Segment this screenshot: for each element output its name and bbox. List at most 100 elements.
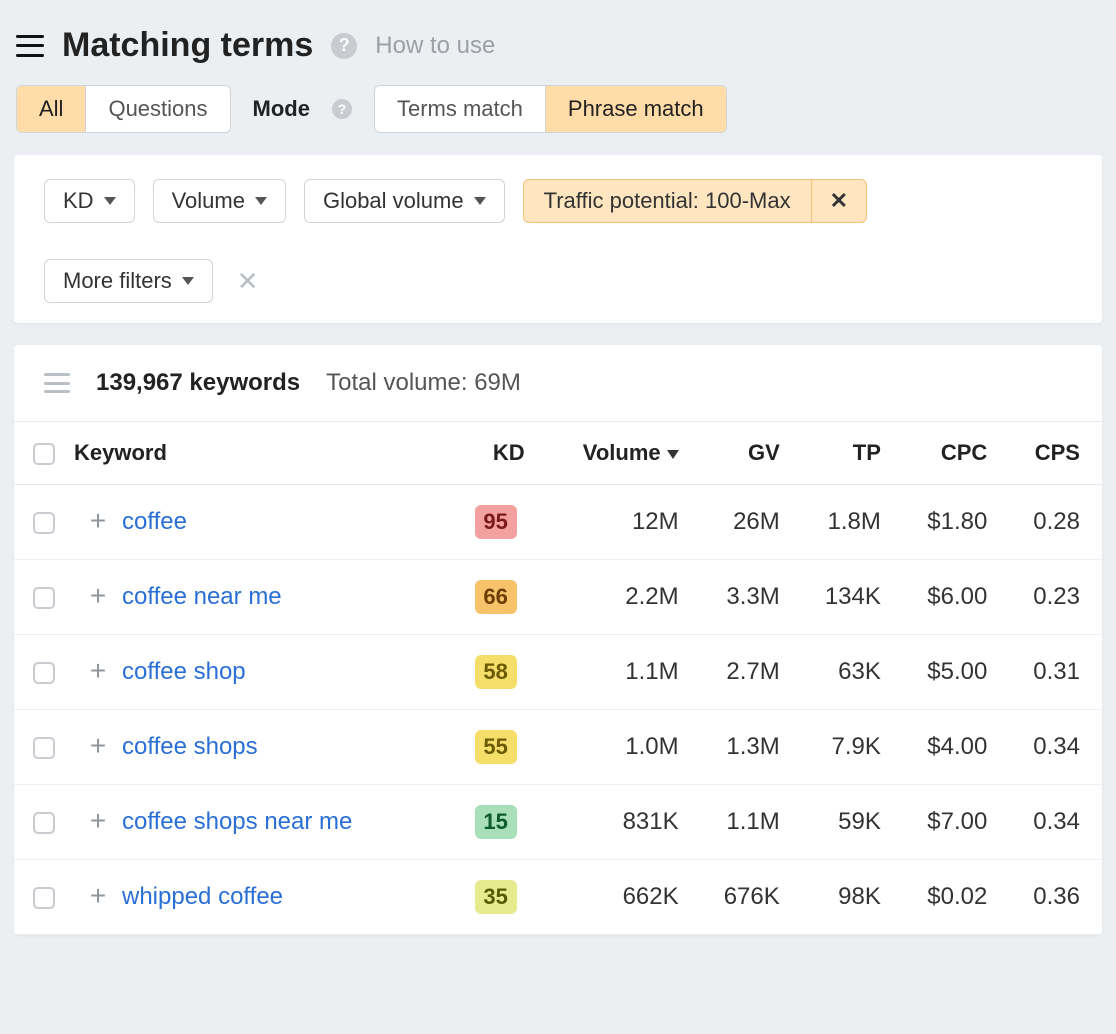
type-toggle: All Questions bbox=[16, 85, 231, 133]
chevron-down-icon bbox=[474, 197, 486, 205]
mode-label: Mode bbox=[253, 96, 310, 122]
chevron-down-icon bbox=[255, 197, 267, 205]
cell-tp: 59K bbox=[790, 785, 891, 860]
cell-volume: 12M bbox=[535, 485, 689, 560]
col-tp[interactable]: TP bbox=[790, 422, 891, 485]
cell-tp: 1.8M bbox=[790, 485, 891, 560]
remove-filter-icon[interactable]: ✕ bbox=[811, 180, 866, 222]
cell-cps: 0.34 bbox=[997, 785, 1102, 860]
cell-cpc: $6.00 bbox=[891, 560, 997, 635]
chevron-down-icon bbox=[182, 277, 194, 285]
table-row: +coffee near me662.2M3.3M134K$6.000.23 bbox=[14, 560, 1102, 635]
mode-phrase[interactable]: Phrase match bbox=[545, 86, 726, 132]
mode-help-icon[interactable]: ? bbox=[332, 99, 352, 119]
cell-cps: 0.36 bbox=[997, 860, 1102, 935]
col-volume[interactable]: Volume bbox=[535, 422, 689, 485]
mode-terms[interactable]: Terms match bbox=[375, 86, 545, 132]
cell-gv: 3.3M bbox=[689, 560, 790, 635]
how-to-use-link[interactable]: How to use bbox=[375, 32, 495, 60]
cell-volume: 831K bbox=[535, 785, 689, 860]
mode-toggle: Terms match Phrase match bbox=[374, 85, 727, 133]
cell-cps: 0.34 bbox=[997, 710, 1102, 785]
filter-global-volume[interactable]: Global volume bbox=[304, 179, 505, 223]
row-checkbox[interactable] bbox=[33, 512, 55, 534]
cell-tp: 134K bbox=[790, 560, 891, 635]
cell-cps: 0.23 bbox=[997, 560, 1102, 635]
cell-gv: 2.7M bbox=[689, 635, 790, 710]
filter-volume[interactable]: Volume bbox=[153, 179, 286, 223]
col-keyword[interactable]: Keyword bbox=[74, 422, 442, 485]
select-all-checkbox[interactable] bbox=[33, 443, 55, 465]
add-icon[interactable]: + bbox=[84, 807, 112, 835]
list-icon[interactable] bbox=[44, 373, 70, 393]
kd-badge: 15 bbox=[475, 805, 517, 839]
filter-traffic-potential: Traffic potential: 100-Max ✕ bbox=[523, 179, 867, 223]
clear-filters-icon[interactable]: ✕ bbox=[231, 266, 259, 297]
keyword-link[interactable]: coffee shop bbox=[122, 658, 246, 685]
cell-gv: 676K bbox=[689, 860, 790, 935]
add-icon[interactable]: + bbox=[84, 657, 112, 685]
add-icon[interactable]: + bbox=[84, 732, 112, 760]
filters-panel: KD Volume Global volume Traffic potentia… bbox=[14, 155, 1102, 323]
toggle-all[interactable]: All bbox=[17, 86, 85, 132]
filter-kd[interactable]: KD bbox=[44, 179, 135, 223]
cell-volume: 1.1M bbox=[535, 635, 689, 710]
kd-badge: 35 bbox=[475, 880, 517, 914]
cell-cps: 0.28 bbox=[997, 485, 1102, 560]
col-gv[interactable]: GV bbox=[689, 422, 790, 485]
table-row: + whipped coffee 35 662K676K98K$0.020.36 bbox=[14, 860, 1102, 935]
keyword-link[interactable]: coffee shops bbox=[122, 733, 258, 760]
cell-tp: 98K bbox=[790, 860, 891, 935]
col-volume-label: Volume bbox=[583, 440, 661, 465]
cell-cpc: $5.00 bbox=[891, 635, 997, 710]
col-kd[interactable]: KD bbox=[442, 422, 535, 485]
keyword-link[interactable]: whipped coffee bbox=[122, 883, 283, 910]
cell-tp: 7.9K bbox=[790, 710, 891, 785]
cell-gv: 26M bbox=[689, 485, 790, 560]
results-panel: 139,967 keywords Total volume: 69M Keywo… bbox=[14, 345, 1102, 935]
row-checkbox[interactable] bbox=[33, 887, 55, 909]
toggle-questions[interactable]: Questions bbox=[85, 86, 229, 132]
results-table: Keyword KD Volume GV TP CPC CPS + coffee 9… bbox=[14, 421, 1102, 935]
page-title: Matching terms bbox=[62, 26, 313, 65]
col-cpc[interactable]: CPC bbox=[891, 422, 997, 485]
cell-cpc: $4.00 bbox=[891, 710, 997, 785]
row-checkbox[interactable] bbox=[33, 662, 55, 684]
keyword-count: 139,967 keywords bbox=[96, 369, 300, 397]
filter-volume-label: Volume bbox=[172, 188, 245, 214]
cell-cpc: $0.02 bbox=[891, 860, 997, 935]
cell-gv: 1.1M bbox=[689, 785, 790, 860]
cell-cpc: $7.00 bbox=[891, 785, 997, 860]
cell-tp: 63K bbox=[790, 635, 891, 710]
keyword-link[interactable]: coffee near me bbox=[122, 583, 282, 610]
cell-gv: 1.3M bbox=[689, 710, 790, 785]
kd-badge: 58 bbox=[475, 655, 517, 689]
sort-desc-icon bbox=[667, 450, 679, 459]
table-row: + coffee 95 12M26M1.8M$1.800.28 bbox=[14, 485, 1102, 560]
add-icon[interactable]: + bbox=[84, 582, 112, 610]
table-row: +coffee shop581.1M2.7M63K$5.000.31 bbox=[14, 635, 1102, 710]
col-cps[interactable]: CPS bbox=[997, 422, 1102, 485]
row-checkbox[interactable] bbox=[33, 737, 55, 759]
more-filters-button[interactable]: More filters bbox=[44, 259, 213, 303]
help-icon[interactable]: ? bbox=[331, 33, 357, 59]
cell-volume: 662K bbox=[535, 860, 689, 935]
keyword-link[interactable]: coffee bbox=[122, 508, 187, 535]
add-icon[interactable]: + bbox=[84, 507, 112, 535]
kd-badge: 95 bbox=[475, 505, 517, 539]
menu-icon[interactable] bbox=[16, 35, 44, 57]
keyword-link[interactable]: coffee shops near me bbox=[122, 808, 352, 835]
cell-cpc: $1.80 bbox=[891, 485, 997, 560]
kd-badge: 55 bbox=[475, 730, 517, 764]
filter-traffic-potential-label[interactable]: Traffic potential: 100-Max bbox=[524, 180, 811, 222]
cell-volume: 2.2M bbox=[535, 560, 689, 635]
more-filters-label: More filters bbox=[63, 268, 172, 294]
filter-global-volume-label: Global volume bbox=[323, 188, 464, 214]
chevron-down-icon bbox=[104, 197, 116, 205]
table-row: + coffee shops near me 15 831K1.1M59K$7.000… bbox=[14, 785, 1102, 860]
table-row: +coffee shops551.0M1.3M7.9K$4.000.34 bbox=[14, 710, 1102, 785]
add-icon[interactable]: + bbox=[84, 882, 112, 910]
row-checkbox[interactable] bbox=[33, 587, 55, 609]
row-checkbox[interactable] bbox=[33, 812, 55, 834]
total-volume: Total volume: 69M bbox=[326, 369, 521, 397]
